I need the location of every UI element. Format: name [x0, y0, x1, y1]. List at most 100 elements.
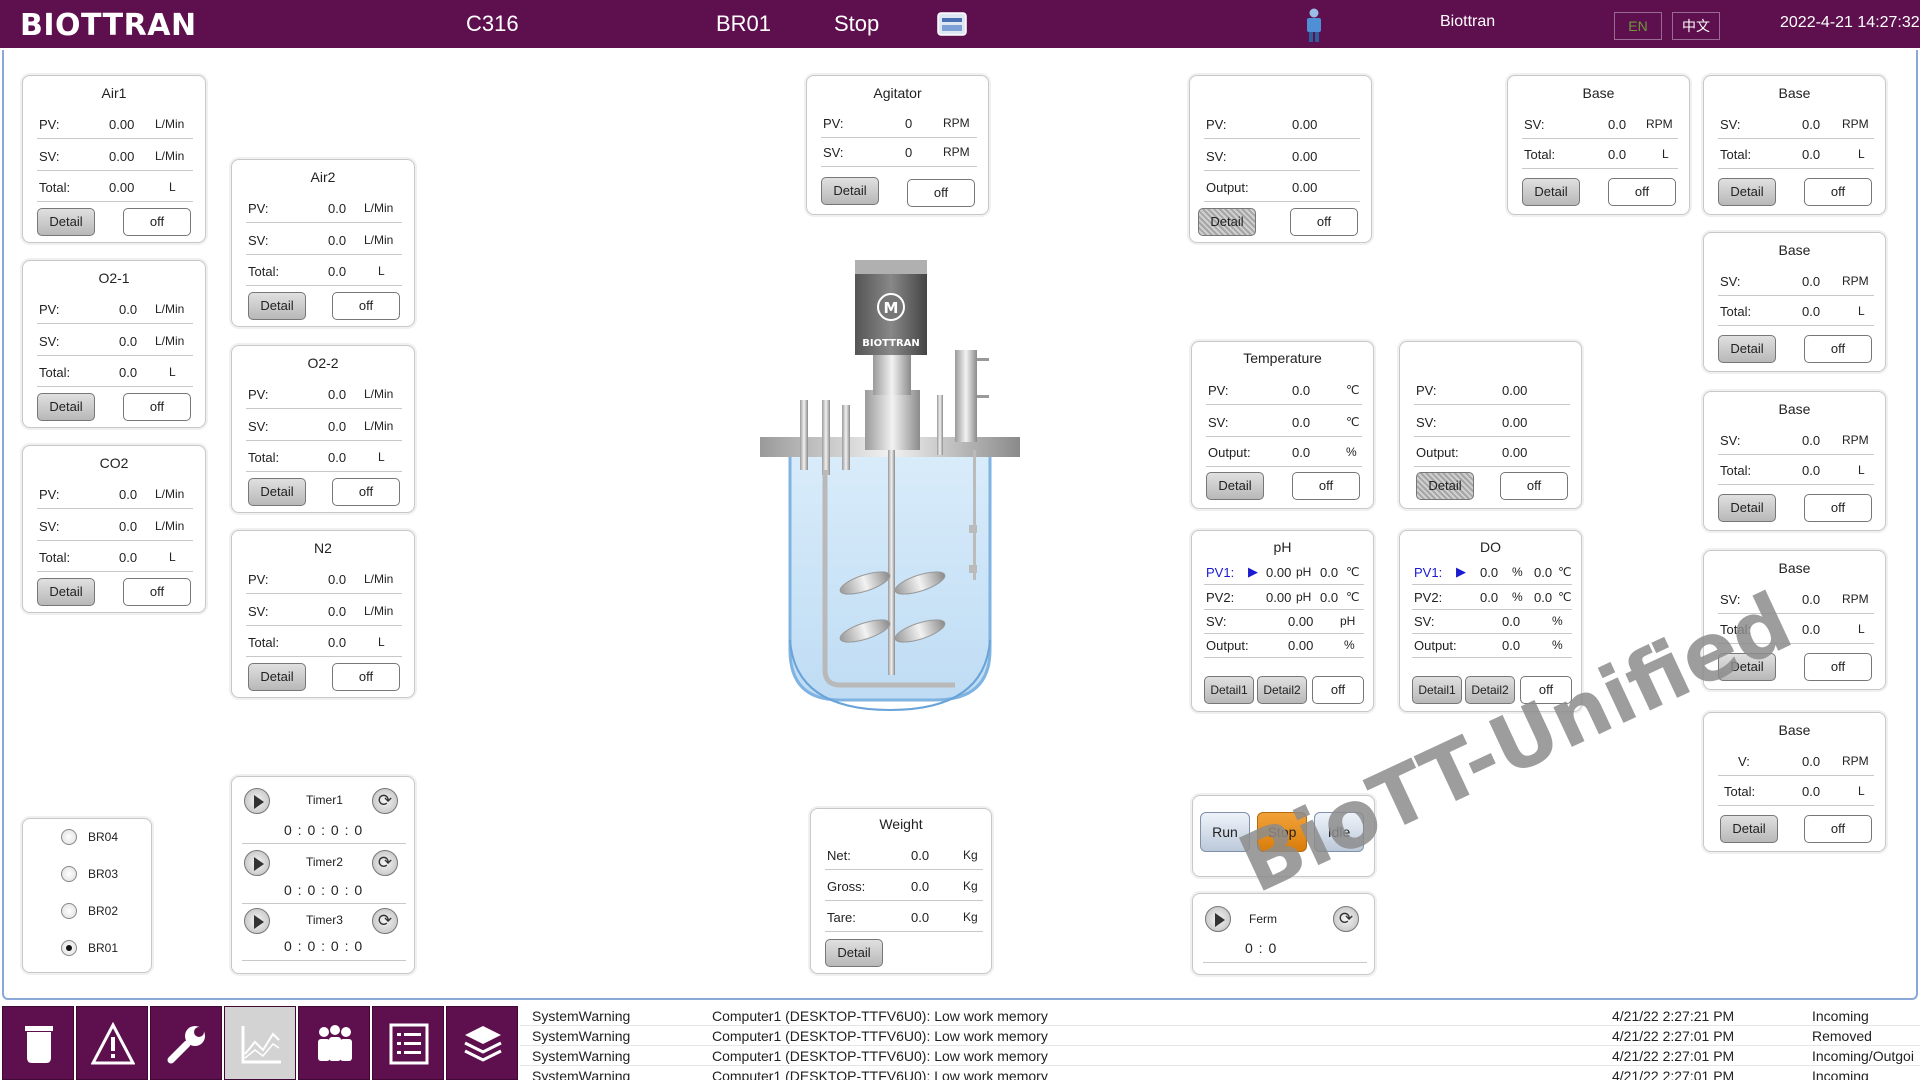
pump1-toggle-button[interactable]: off [1608, 178, 1676, 206]
pv-label: PV: [248, 572, 269, 587]
nav-alarm-button[interactable] [76, 1006, 148, 1080]
sv-label: SV: [39, 519, 60, 534]
total-unit: L [378, 450, 385, 464]
total-unit: L [1662, 147, 1669, 161]
sv-unit: L/Min [364, 419, 394, 433]
lang-zh-button[interactable]: 中文 [1672, 12, 1720, 40]
ferment-timer-reset-icon[interactable]: ⟳ [1333, 906, 1359, 932]
total-unit: L [1858, 147, 1865, 161]
nav-layers-button[interactable] [446, 1006, 518, 1080]
agitator-toggle-button[interactable]: off [907, 179, 975, 207]
alarm-type: SystemWarning [532, 1068, 631, 1080]
air1-detail-button[interactable]: Detail [37, 208, 95, 236]
ph-detail1-button[interactable]: Detail1 [1204, 676, 1254, 704]
total-unit: L [1858, 463, 1865, 477]
panel-title: Base [1582, 85, 1615, 101]
panel-title: Air2 [310, 169, 336, 185]
ph-panel: pH PV1: ▶ 0.00 pH 0.0 ℃ PV2: 0.00 pH 0.0… [1191, 530, 1374, 712]
timer3-start-button[interactable] [244, 908, 270, 934]
pump3-detail-button[interactable]: Detail [1718, 335, 1776, 363]
alarm-time: 4/21/22 2:27:21 PM [1612, 1008, 1735, 1024]
air2-toggle-button[interactable]: off [332, 292, 400, 320]
bioreactor-vessel-image[interactable]: M BIOTTRAN [755, 255, 1025, 715]
alarm-row[interactable]: SystemWarning Computer1 (DESKTOP-TTFV6U0… [520, 1006, 1920, 1026]
pump1-detail-button[interactable]: Detail [1522, 178, 1580, 206]
output-value: 0.00 [1292, 180, 1318, 195]
ph-toggle-button[interactable]: off [1312, 676, 1364, 704]
pv2-value: 0.0 [1480, 590, 1499, 605]
alarm-row[interactable]: SystemWarning Computer1 (DESKTOP-TTFV6U0… [520, 1026, 1920, 1046]
pump6-toggle-button[interactable]: off [1804, 815, 1872, 843]
reactor-icon[interactable] [936, 9, 968, 39]
alarm-row[interactable]: SystemWarning Computer1 (DESKTOP-TTFV6U0… [520, 1066, 1920, 1080]
o2-1-detail-button[interactable]: Detail [37, 393, 95, 421]
sv-value: 0.0 [328, 233, 347, 248]
nav-log-button[interactable] [372, 1006, 444, 1080]
loop-b-toggle-button[interactable]: off [1500, 472, 1568, 500]
output-label: Output: [1206, 638, 1249, 653]
loop-b-detail-button[interactable]: Detail [1416, 472, 1474, 500]
timer2-divider [242, 875, 406, 904]
pump6-detail-button[interactable]: Detail [1720, 815, 1778, 843]
temperature-detail-button[interactable]: Detail [1206, 472, 1264, 500]
co2-detail-button[interactable]: Detail [37, 578, 95, 606]
co2-toggle-button[interactable]: off [123, 578, 191, 606]
timer2-reset-icon[interactable]: ⟳ [372, 850, 398, 876]
sv-value: 0.0 [1802, 117, 1821, 132]
panel-title: pH [1273, 539, 1292, 555]
co2-panel: CO2 PV: 0.0 L/Min SV: 0.0 L/Min Total: 0.0 L D… [22, 445, 206, 613]
pump2-toggle-button[interactable]: off [1804, 178, 1872, 206]
timer2-start-button[interactable] [244, 850, 270, 876]
do-detail1-button[interactable]: Detail1 [1412, 676, 1462, 704]
nav-users-button[interactable] [298, 1006, 370, 1080]
agitator-panel: Agitator PV: 0 RPM SV: 0 RPM Detail off [806, 75, 989, 215]
alarm-row[interactable]: SystemWarning Computer1 (DESKTOP-TTFV6U0… [520, 1046, 1920, 1066]
pump4-detail-button[interactable]: Detail [1718, 494, 1776, 522]
sv-unit: L/Min [155, 519, 185, 533]
timer3-reset-icon[interactable]: ⟳ [372, 908, 398, 934]
alarm-list[interactable]: SystemWarning Computer1 (DESKTOP-TTFV6U0… [520, 1006, 1920, 1080]
pv-label: PV: [248, 387, 269, 402]
pump5-toggle-button[interactable]: off [1804, 653, 1872, 681]
pump2-detail-button[interactable]: Detail [1718, 178, 1776, 206]
timer2-name: Timer2 [306, 855, 343, 869]
output-value: 0.00 [1288, 638, 1314, 653]
alarm-time: 4/21/22 2:27:01 PM [1612, 1048, 1735, 1064]
pump4-toggle-button[interactable]: off [1804, 494, 1872, 522]
alarm-type: SystemWarning [532, 1008, 631, 1024]
alarm-message: Computer1 (DESKTOP-TTFV6U0): Low work me… [712, 1028, 1048, 1044]
n2-toggle-button[interactable]: off [332, 663, 400, 691]
total-label: Total: [1524, 147, 1556, 162]
air1-toggle-button[interactable]: off [123, 208, 191, 236]
lang-en-button[interactable]: EN [1614, 12, 1662, 40]
output-unit: % [1552, 638, 1563, 652]
agitator-detail-button[interactable]: Detail [821, 177, 879, 205]
ferment-timer-start-button[interactable] [1205, 906, 1231, 932]
ph-detail2-button[interactable]: Detail2 [1257, 676, 1307, 704]
user-icon[interactable] [1303, 8, 1325, 42]
weight-detail-button[interactable]: Detail [825, 939, 883, 967]
sv-label: SV: [1208, 415, 1229, 430]
sv-unit: pH [1340, 614, 1356, 628]
o2-1-toggle-button[interactable]: off [123, 393, 191, 421]
air2-detail-button[interactable]: Detail [248, 292, 306, 320]
nav-settings-button[interactable] [150, 1006, 222, 1080]
loop-a-toggle-button[interactable]: off [1290, 208, 1358, 236]
sv-label: SV: [1206, 614, 1227, 629]
timer1-divider [242, 815, 406, 844]
n2-detail-button[interactable]: Detail [248, 663, 306, 691]
timer1-start-button[interactable] [244, 788, 270, 814]
total-value: 0.0 [1802, 304, 1821, 319]
loop-a-detail-button[interactable]: Detail [1198, 208, 1256, 236]
air2-panel: Air2 PV: 0.0 L/Min SV: 0.0 L/Min Total: 0.0 L … [231, 159, 415, 327]
nav-vessel-button[interactable] [2, 1006, 74, 1080]
pump3-toggle-button[interactable]: off [1804, 335, 1872, 363]
nav-trend-button[interactable] [224, 1006, 296, 1080]
timer1-reset-icon[interactable]: ⟳ [372, 788, 398, 814]
temperature-toggle-button[interactable]: off [1292, 472, 1360, 500]
air1-panel: Air1 PV: 0.00 L/Min SV: 0.00 L/Min Total: 0.0… [22, 75, 206, 243]
pv2-label: PV2: [1206, 590, 1235, 605]
o2-2-toggle-button[interactable]: off [332, 478, 400, 506]
pv-label: PV: [39, 117, 60, 132]
o2-2-detail-button[interactable]: Detail [248, 478, 306, 506]
